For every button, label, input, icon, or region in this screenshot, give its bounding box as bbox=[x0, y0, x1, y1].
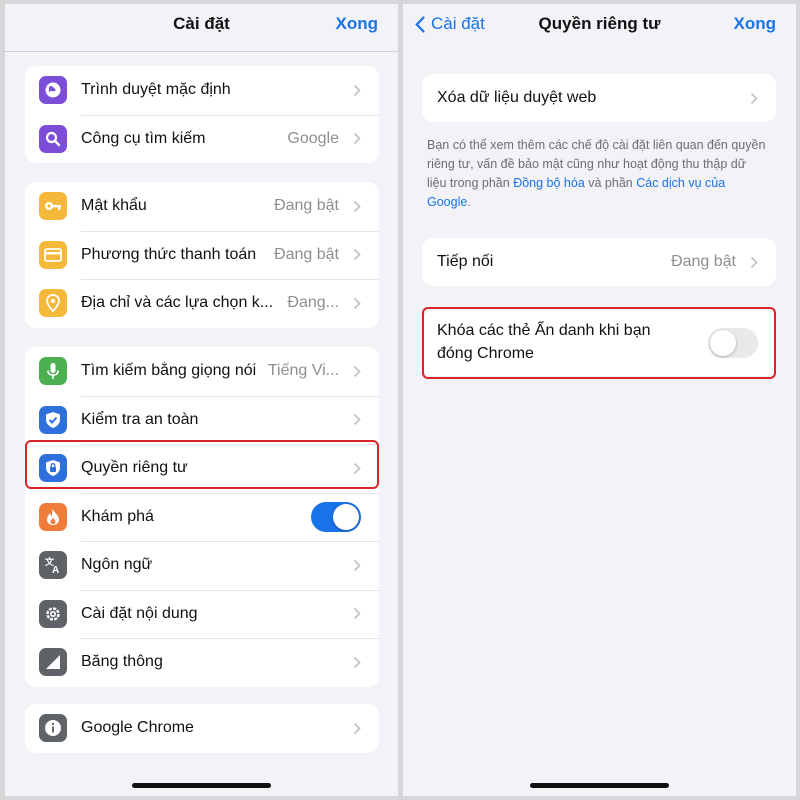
settings-item-label: Trình duyệt mặc định bbox=[81, 81, 231, 99]
toggle-knob bbox=[333, 503, 359, 530]
settings-item-label: Khám phá bbox=[81, 507, 154, 525]
settings-item-value: Đang... bbox=[287, 294, 339, 312]
settings-item-google-chrome[interactable]: Google Chrome bbox=[25, 704, 379, 753]
chevron-right-icon bbox=[353, 656, 361, 669]
settings-item-label: Công cụ tìm kiếm bbox=[81, 129, 206, 147]
note-text: và phần bbox=[584, 176, 637, 190]
settings-item-payment-methods[interactable]: Phương thức thanh toán Đang bật bbox=[25, 230, 379, 280]
clear-data-group: Xóa dữ liệu duyệt web bbox=[422, 74, 776, 122]
settings-group-general: Trình duyệt mặc định Công cụ tìm kiếm Go… bbox=[25, 66, 379, 163]
handoff-item[interactable]: Tiếp nối Đang bật bbox=[422, 238, 776, 286]
settings-item-label: Kiểm tra an toàn bbox=[81, 410, 199, 428]
handoff-label: Tiếp nối bbox=[437, 253, 494, 270]
handoff-group: Tiếp nối Đang bật bbox=[422, 238, 776, 286]
nav-bar: Cài đặt Quyền riêng tư Xong bbox=[403, 4, 796, 48]
chevron-right-icon bbox=[353, 200, 361, 213]
privacy-highlight-box bbox=[25, 440, 379, 489]
privacy-screen: Cài đặt Quyền riêng tư Xong Xóa dữ liệu … bbox=[403, 4, 796, 796]
chevron-right-icon bbox=[353, 722, 361, 735]
settings-item-addresses[interactable]: Địa chỉ và các lựa chọn k... Đang... bbox=[25, 279, 379, 328]
gear-icon bbox=[39, 599, 67, 628]
svg-text:A: A bbox=[52, 565, 59, 574]
settings-item-discover[interactable]: Khám phá bbox=[25, 492, 379, 542]
settings-item-languages[interactable]: 文A Ngôn ngữ bbox=[25, 541, 379, 590]
chevron-right-icon bbox=[353, 84, 361, 97]
settings-group-autofill: Mật khẩu Đang bật Phương thức thanh toán… bbox=[25, 182, 379, 328]
home-indicator bbox=[132, 783, 271, 788]
settings-group-about: Google Chrome bbox=[25, 704, 379, 753]
done-button[interactable]: Xong bbox=[734, 14, 777, 34]
incognito-highlight-box bbox=[422, 307, 776, 379]
info-icon bbox=[39, 714, 67, 743]
settings-item-label: Địa chỉ và các lựa chọn k... bbox=[81, 294, 274, 312]
chevron-right-icon bbox=[353, 413, 361, 426]
settings-item-label: Mật khẩu bbox=[81, 197, 147, 215]
settings-item-label: Băng thông bbox=[81, 653, 163, 671]
search-icon bbox=[39, 124, 67, 153]
chevron-right-icon bbox=[750, 92, 758, 105]
settings-item-label: Tìm kiếm bằng giọng nói bbox=[81, 362, 257, 380]
bandwidth-icon bbox=[39, 648, 67, 677]
clear-browsing-data-label: Xóa dữ liệu duyệt web bbox=[437, 89, 597, 106]
chevron-right-icon bbox=[750, 256, 758, 269]
settings-item-safety-check[interactable]: Kiểm tra an toàn bbox=[25, 395, 379, 445]
settings-item-label: Phương thức thanh toán bbox=[81, 245, 257, 263]
clear-browsing-data-item[interactable]: Xóa dữ liệu duyệt web bbox=[422, 74, 776, 122]
globe-icon bbox=[39, 76, 67, 105]
chevron-right-icon bbox=[353, 365, 361, 378]
settings-item-value: Google bbox=[287, 129, 339, 147]
key-icon bbox=[39, 192, 67, 221]
flame-icon bbox=[39, 502, 67, 531]
settings-item-content-settings[interactable]: Cài đặt nội dung bbox=[25, 589, 379, 639]
chevron-right-icon bbox=[353, 132, 361, 145]
settings-item-passwords[interactable]: Mật khẩu Đang bật bbox=[25, 182, 379, 231]
sync-link[interactable]: Đồng bộ hóa bbox=[513, 176, 585, 190]
chevron-right-icon bbox=[353, 297, 361, 310]
nav-bar: Cài đặt Xong bbox=[5, 4, 398, 48]
chevron-right-icon bbox=[353, 248, 361, 261]
settings-item-label: Ngôn ngữ bbox=[81, 556, 153, 574]
done-button[interactable]: Xong bbox=[336, 14, 379, 34]
home-indicator bbox=[530, 783, 669, 788]
settings-item-search-engine[interactable]: Công cụ tìm kiếm Google bbox=[25, 114, 379, 164]
nav-divider bbox=[5, 51, 398, 52]
settings-item-default-browser[interactable]: Trình duyệt mặc định bbox=[25, 66, 379, 115]
note-text: . bbox=[467, 195, 471, 209]
settings-item-value: Đang bật bbox=[274, 245, 339, 263]
settings-item-label: Cài đặt nội dung bbox=[81, 604, 198, 622]
credit-card-icon bbox=[39, 240, 67, 269]
settings-screen: Cài đặt Xong Trình duyệt mặc định Công c… bbox=[5, 4, 398, 796]
translate-icon: 文A bbox=[39, 551, 67, 580]
privacy-info-note: Bạn có thể xem thêm các chế độ cài đặt l… bbox=[427, 136, 767, 212]
settings-item-voice-search[interactable]: Tìm kiếm bằng giọng nói Tiếng Vi... bbox=[25, 347, 379, 396]
settings-group-advanced: Tìm kiếm bằng giọng nói Tiếng Vi... Kiểm… bbox=[25, 347, 379, 687]
settings-item-value: Đang bật bbox=[274, 197, 339, 215]
settings-item-bandwidth[interactable]: Băng thông bbox=[25, 638, 379, 687]
chevron-right-icon bbox=[353, 559, 361, 572]
discover-toggle[interactable] bbox=[311, 501, 361, 532]
microphone-icon bbox=[39, 357, 67, 386]
settings-item-value: Tiếng Vi... bbox=[267, 362, 339, 380]
settings-item-label: Google Chrome bbox=[81, 719, 194, 737]
shield-check-icon bbox=[39, 405, 67, 434]
location-pin-icon bbox=[39, 289, 67, 318]
chevron-right-icon bbox=[353, 607, 361, 620]
handoff-value: Đang bật bbox=[671, 253, 736, 270]
